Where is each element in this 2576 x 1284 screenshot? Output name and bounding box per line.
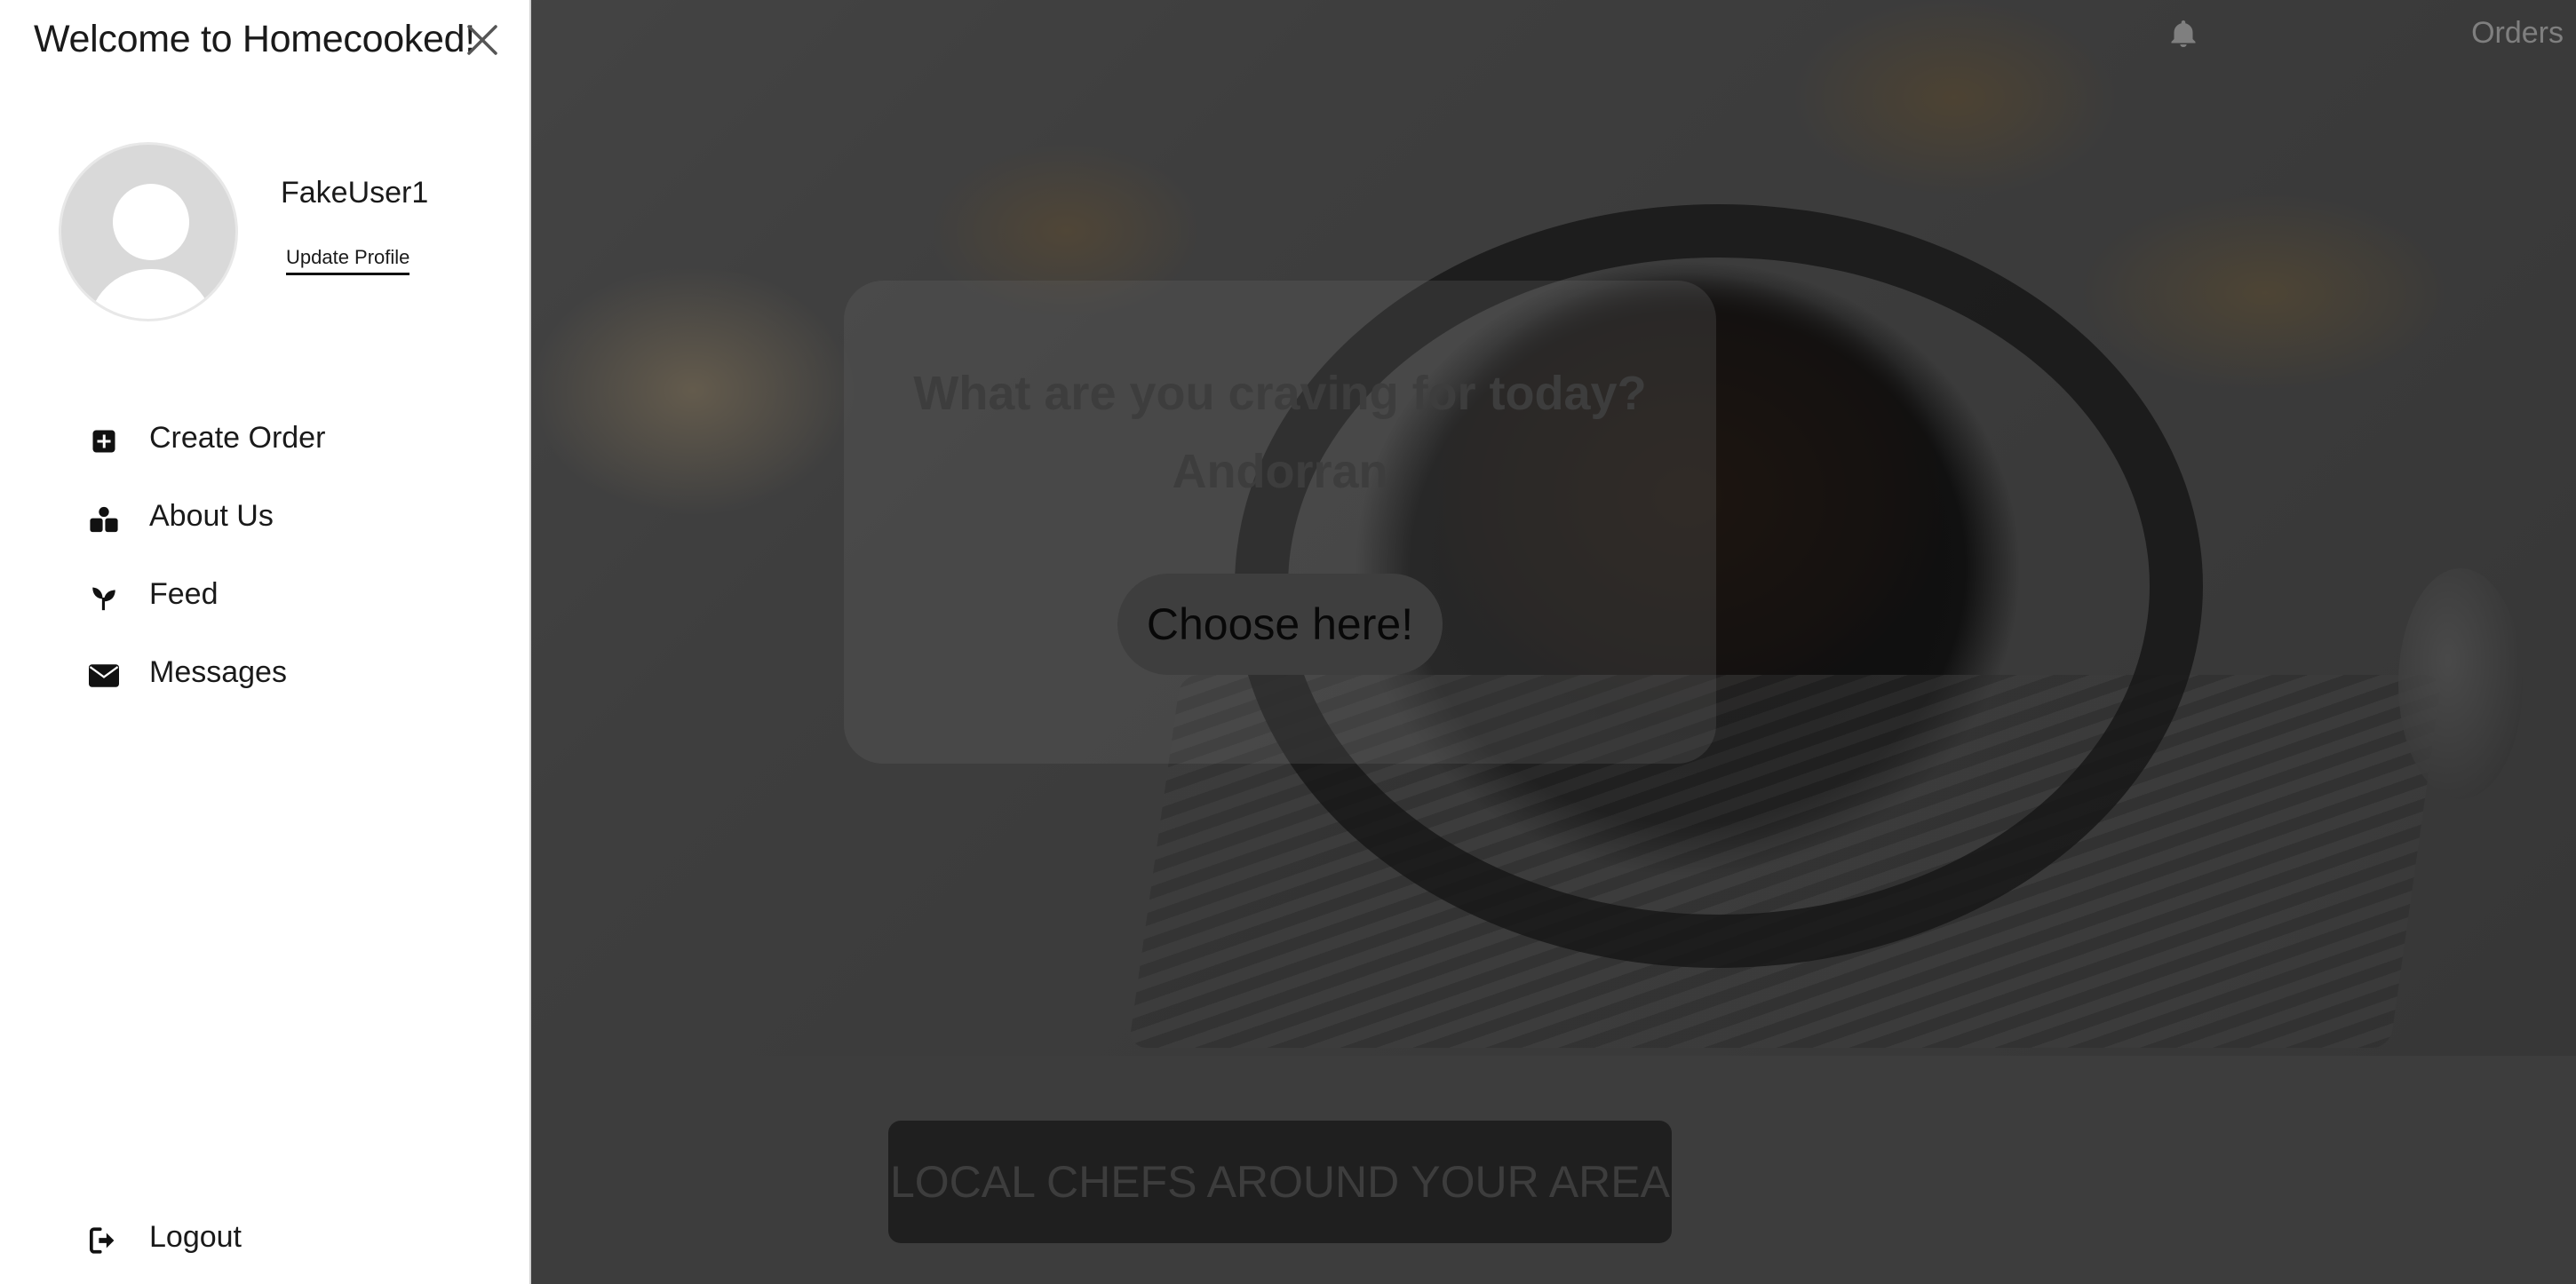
update-profile-link[interactable]: Update Profile — [286, 246, 410, 275]
logout-label: Logout — [149, 1220, 242, 1254]
logout-icon — [89, 1225, 119, 1256]
username: FakeUser1 — [281, 176, 429, 210]
sidebar-title: Welcome to Homecooked! — [34, 18, 475, 60]
sidebar-drawer: Welcome to Homecooked! FakeUser1 Update … — [0, 0, 531, 1284]
sidebar-item-label: Messages — [149, 655, 287, 689]
users-icon — [89, 504, 119, 535]
close-icon[interactable] — [464, 21, 501, 59]
sidebar-item-label: About Us — [149, 499, 274, 533]
sidebar-item-label: Feed — [149, 577, 219, 611]
envelope-icon — [89, 661, 119, 691]
seedling-icon — [89, 583, 119, 613]
sidebar-item-label: Create Order — [149, 421, 326, 455]
plus-square-icon — [89, 426, 119, 456]
avatar — [59, 142, 238, 321]
